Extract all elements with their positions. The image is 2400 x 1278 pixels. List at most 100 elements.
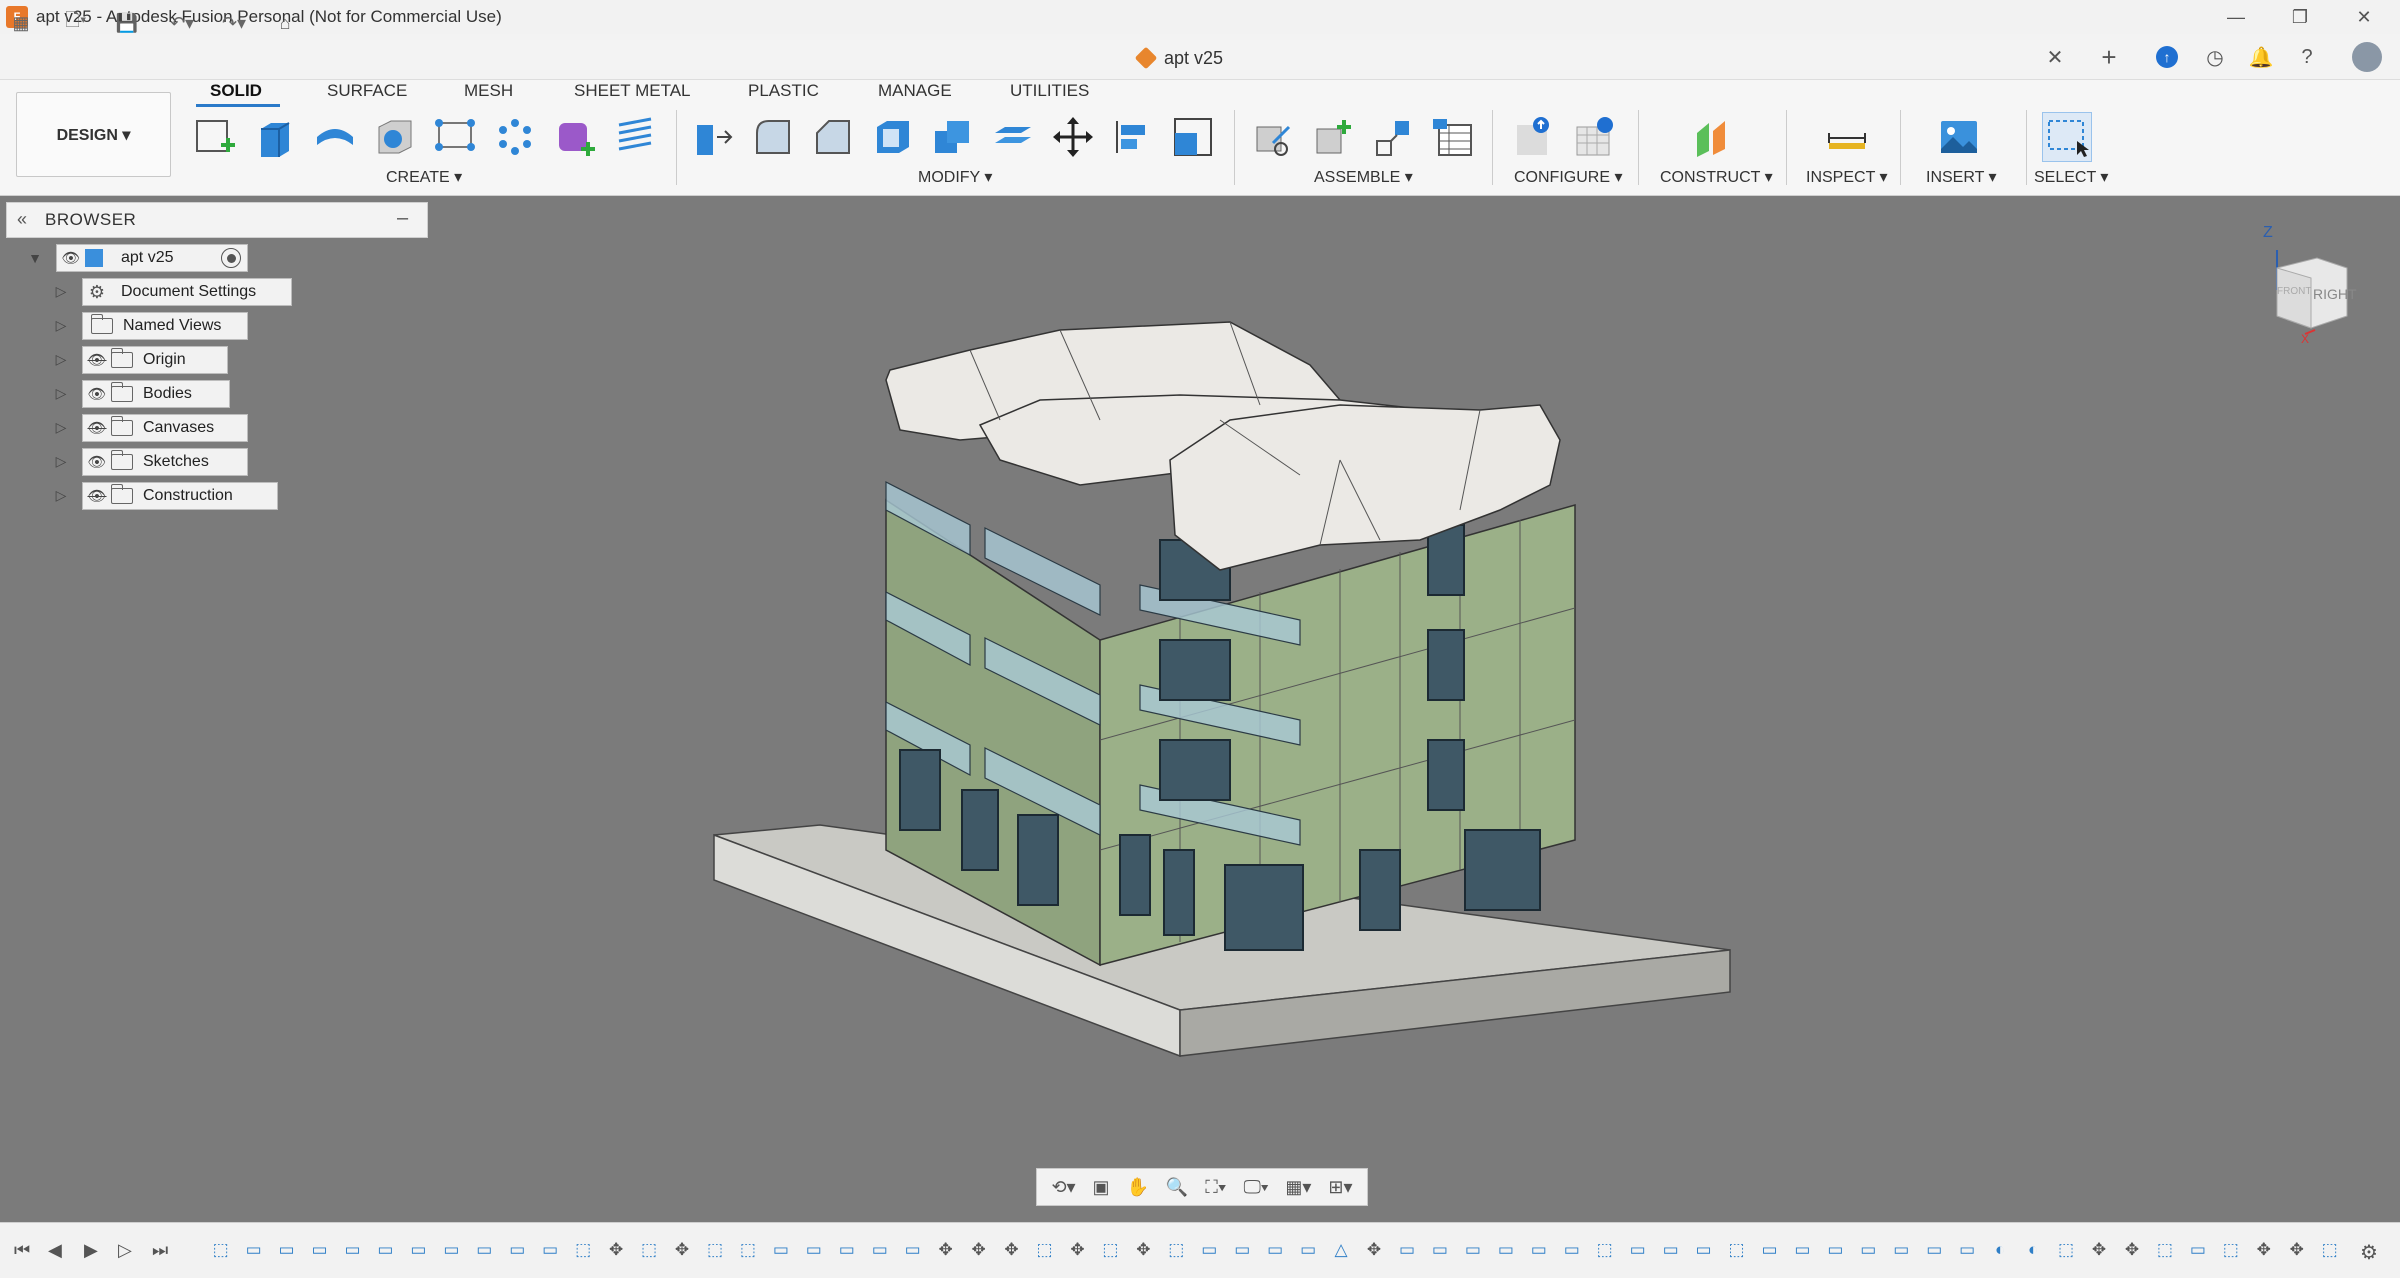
tab-utilities[interactable]: UTILITIES xyxy=(1010,81,1089,103)
workspace-design-dropdown[interactable]: DESIGN ▾ xyxy=(16,92,171,177)
timeline-feature-icon[interactable]: ▭ xyxy=(1660,1240,1681,1260)
timeline-move-feature-icon[interactable]: ✥ xyxy=(671,1240,692,1260)
timeline-move-feature-icon[interactable]: ✥ xyxy=(1363,1240,1384,1260)
building-model[interactable] xyxy=(700,310,1740,1070)
timeline-feature-icon[interactable]: ▭ xyxy=(309,1240,330,1260)
online-status-icon[interactable]: ↑ xyxy=(2150,40,2184,74)
timeline-feature-icon[interactable]: ▭ xyxy=(441,1240,462,1260)
timeline-feature-icon[interactable]: ▭ xyxy=(1297,1240,1318,1260)
timeline-feature-icon[interactable]: ⬚ xyxy=(737,1240,758,1260)
insert-group-label[interactable]: INSERT ▾ xyxy=(1926,167,1997,187)
timeline-feature-icon[interactable]: ▭ xyxy=(836,1240,857,1260)
timeline-feature-icon[interactable]: ▭ xyxy=(1627,1240,1648,1260)
revolve-icon[interactable] xyxy=(310,112,360,162)
create-sketch-icon[interactable] xyxy=(190,112,240,162)
tab-manage[interactable]: MANAGE xyxy=(878,81,952,103)
look-at-icon[interactable]: ▣ xyxy=(1093,1177,1110,1198)
timeline-feature-icon[interactable]: ▭ xyxy=(474,1240,495,1260)
timeline-move-feature-icon[interactable]: ✥ xyxy=(605,1240,626,1260)
extrude-icon[interactable] xyxy=(250,112,300,162)
browser-item-named-views[interactable]: Named Views xyxy=(82,312,248,340)
hole-icon[interactable] xyxy=(370,112,420,162)
timeline-feature-icon[interactable]: ⬚ xyxy=(2220,1240,2241,1260)
orbit-icon[interactable]: ⟲▾ xyxy=(1051,1177,1075,1198)
as-built-joint-icon[interactable] xyxy=(1368,112,1418,162)
bill-of-materials-icon[interactable] xyxy=(1428,112,1478,162)
maximize-button[interactable]: ❐ xyxy=(2268,0,2332,34)
timeline-feature-icon[interactable]: ▭ xyxy=(507,1240,528,1260)
timeline-feature-icon[interactable]: ⬚ xyxy=(1726,1240,1747,1260)
timeline-feature-icon[interactable]: ▭ xyxy=(1891,1240,1912,1260)
timeline-feature-icon[interactable]: ▭ xyxy=(1528,1240,1549,1260)
home-icon[interactable]: ⌂ xyxy=(270,8,300,38)
browser-item-origin[interactable]: 👁 Origin xyxy=(82,346,228,374)
move-copy-icon[interactable] xyxy=(1048,112,1098,162)
undo-icon[interactable]: ↶▾ xyxy=(160,8,204,38)
timeline-feature-icon[interactable]: ▭ xyxy=(1199,1240,1220,1260)
chevron-down-icon[interactable]: ▼ xyxy=(26,250,44,266)
timeline-move-feature-icon[interactable]: ✥ xyxy=(2286,1240,2307,1260)
eye-icon[interactable]: 👁 xyxy=(57,249,85,267)
timeline-track[interactable]: ⬚ ▭ ▭ ▭ ▭ ▭ ▭ ▭ ▭ ▭ ▭ ⬚ ✥ ⬚ ✥ ⬚ ⬚ ▭ ▭ ▭ ▭ ▭ ✥ ✥ ✥ ⬚ ✥ ⬚ ✥ ⬚ ▭ ▭ ▭ ▭ △ ✥ ▭ ▭ ▭ ▭… xyxy=(210,1232,2340,1268)
fit-icon[interactable]: ⛶▾ xyxy=(1205,1177,1226,1198)
offset-plane-icon[interactable] xyxy=(1688,112,1738,162)
configure-icon[interactable] xyxy=(1510,112,1560,162)
timeline-feature-icon[interactable]: ⬚ xyxy=(638,1240,659,1260)
timeline-feature-icon[interactable]: ▭ xyxy=(1429,1240,1450,1260)
document-tab[interactable]: apt v25 xyxy=(1134,40,1223,76)
timeline-move-feature-icon[interactable]: ✥ xyxy=(1133,1240,1154,1260)
rectangular-pattern-icon[interactable] xyxy=(430,112,480,162)
timeline-feature-icon[interactable]: ▭ xyxy=(2187,1240,2208,1260)
configure-group-label[interactable]: CONFIGURE ▾ xyxy=(1514,167,1622,187)
zoom-icon[interactable]: 🔍 xyxy=(1166,1177,1188,1198)
chevron-right-icon[interactable]: ▷ xyxy=(52,351,70,368)
timeline-feature-icon[interactable]: ◐ xyxy=(1989,1240,2010,1260)
eye-hidden-icon[interactable]: 👁 xyxy=(83,487,111,505)
chevron-right-icon[interactable]: ▷ xyxy=(52,283,70,300)
timeline-feature-icon[interactable]: ▭ xyxy=(276,1240,297,1260)
derive-icon[interactable] xyxy=(610,112,660,162)
timeline-feature-icon[interactable]: ▭ xyxy=(342,1240,363,1260)
eye-hidden-icon[interactable]: 👁 xyxy=(83,351,111,369)
pan-hand-icon[interactable]: ✋ xyxy=(1126,1177,1148,1198)
eye-icon[interactable]: 👁 xyxy=(83,453,111,471)
chevron-right-icon[interactable]: ▷ xyxy=(52,419,70,436)
tab-mesh[interactable]: MESH xyxy=(464,81,513,103)
timeline-first-icon[interactable]: ⏮ xyxy=(14,1240,30,1261)
modify-group-label[interactable]: MODIFY ▾ xyxy=(918,167,992,187)
browser-item-canvases[interactable]: 👁 Canvases xyxy=(82,414,248,442)
view-cube[interactable]: Z RIGHT FRONT X xyxy=(2263,224,2365,346)
timeline-feature-icon[interactable]: ▭ xyxy=(803,1240,824,1260)
timeline-feature-icon[interactable]: ⬚ xyxy=(2154,1240,2175,1260)
scale-icon[interactable] xyxy=(1168,112,1218,162)
insert-canvas-icon[interactable] xyxy=(1934,112,1984,162)
tab-sheet-metal[interactable]: SHEET METAL xyxy=(574,81,691,103)
offset-face-icon[interactable] xyxy=(988,112,1038,162)
chevron-right-icon[interactable]: ▷ xyxy=(52,385,70,402)
timeline-play-icon[interactable]: ▶ xyxy=(84,1240,98,1261)
browser-item-document-settings[interactable]: ⚙ Document Settings xyxy=(82,278,292,306)
browser-item-sketches[interactable]: 👁 Sketches xyxy=(82,448,248,476)
job-status-icon[interactable]: ◷ xyxy=(2198,40,2232,74)
tab-plastic[interactable]: PLASTIC xyxy=(748,81,819,103)
eye-hidden-icon[interactable]: 👁 xyxy=(83,419,111,437)
timeline-feature-icon[interactable]: ▭ xyxy=(1924,1240,1945,1260)
tab-surface[interactable]: SURFACE xyxy=(327,81,407,103)
timeline-feature-icon[interactable]: ⬚ xyxy=(1034,1240,1055,1260)
configure-table-icon[interactable] xyxy=(1570,112,1620,162)
browser-item-construction[interactable]: 👁 Construction xyxy=(82,482,278,510)
press-pull-icon[interactable] xyxy=(688,112,738,162)
shell-icon[interactable] xyxy=(868,112,918,162)
timeline-move-feature-icon[interactable]: ✥ xyxy=(2088,1240,2109,1260)
timeline-feature-icon[interactable]: ▭ xyxy=(1693,1240,1714,1260)
chamfer-icon[interactable] xyxy=(808,112,858,162)
browser-item-bodies[interactable]: 👁 Bodies xyxy=(82,380,230,408)
fillet-icon[interactable] xyxy=(748,112,798,162)
timeline-move-feature-icon[interactable]: ✥ xyxy=(2121,1240,2142,1260)
timeline-feature-icon[interactable]: ▭ xyxy=(869,1240,890,1260)
construct-group-label[interactable]: CONSTRUCT ▾ xyxy=(1660,167,1773,187)
circular-pattern-icon[interactable] xyxy=(490,112,540,162)
apps-grid-icon[interactable]: ▦ xyxy=(8,8,34,38)
timeline-feature-icon[interactable]: ⬚ xyxy=(572,1240,593,1260)
timeline-feature-icon[interactable]: ⬚ xyxy=(1100,1240,1121,1260)
